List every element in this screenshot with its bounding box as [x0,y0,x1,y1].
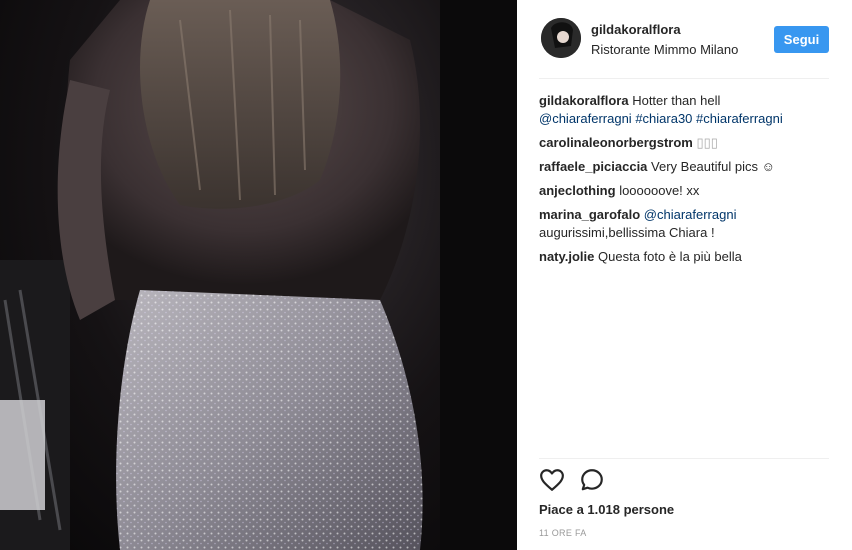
comment-item: raffaele_piciaccia Very Beautiful pics ☺ [539,158,829,176]
comment-username[interactable]: marina_garofalo [539,207,640,222]
comment-item: carolinaleonorbergstrom ▯▯▯ [539,134,829,152]
caption-tag[interactable]: @chiaraferragni [539,111,632,126]
post-timestamp[interactable]: 11 ORE FA [539,528,587,538]
comment-username[interactable]: anjeclothing [539,183,616,198]
action-bar [539,458,829,499]
caption-tag[interactable]: #chiara30 [635,111,692,126]
comment-mention[interactable]: @chiaraferragni [644,207,737,222]
post-sidebar: gildakoralflora Ristorante Mimmo Milano … [517,0,852,550]
post-photo-illustration [0,0,517,550]
post-photo[interactable] [0,0,517,550]
heart-icon[interactable] [539,467,567,495]
header-username[interactable]: gildakoralflora [591,22,681,37]
caption-tag[interactable]: #chiaraferragni [696,111,783,126]
avatar-image [541,18,581,58]
comment-icon[interactable] [579,467,607,495]
avatar[interactable] [541,18,581,58]
comment-username[interactable]: carolinaleonorbergstrom [539,135,693,150]
comment-text: Questa foto è la più bella [598,249,742,264]
instagram-post: gildakoralflora Ristorante Mimmo Milano … [0,0,852,550]
header-location[interactable]: Ristorante Mimmo Milano [591,42,738,57]
likes-count[interactable]: Piace a 1.018 persone [539,502,674,517]
comment-username[interactable]: raffaele_piciaccia [539,159,647,174]
caption-text: Hotter than hell [632,93,721,108]
comment-item: marina_garofalo @chiaraferragni auguriss… [539,206,829,242]
comment-item: naty.jolie Questa foto è la più bella [539,248,829,266]
comment-text: loooooove! xx [619,183,700,198]
comments-list: gildakoralflora Hotter than hell @chiara… [539,92,829,272]
follow-button[interactable]: Segui [774,26,829,53]
comment-username[interactable]: naty.jolie [539,249,594,264]
caption: gildakoralflora Hotter than hell @chiara… [539,92,829,128]
comment-text: ▯▯▯ [696,135,718,150]
comment-text: Very Beautiful pics ☺ [651,159,775,174]
post-header: gildakoralflora Ristorante Mimmo Milano … [539,18,829,79]
caption-username[interactable]: gildakoralflora [539,93,629,108]
comment-text: augurissimi,bellissima Chiara ! [539,225,715,240]
comment-item: anjeclothing loooooove! xx [539,182,829,200]
